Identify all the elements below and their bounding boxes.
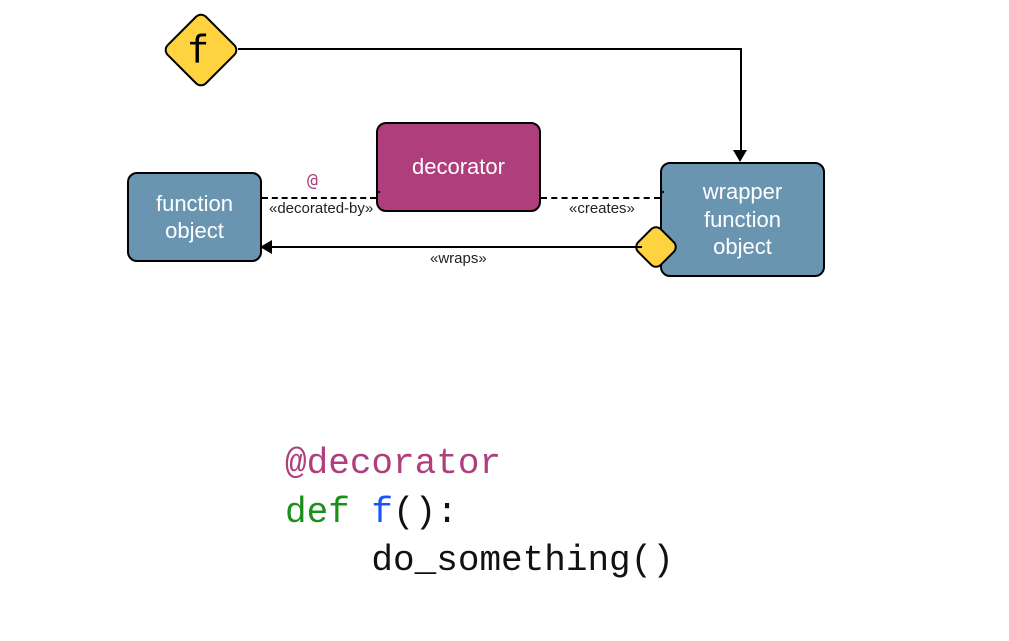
edge-f-to-wrapper-h	[238, 48, 740, 50]
code-line-1: @decorator	[285, 440, 674, 489]
diamond-f-symbol: f	[161, 10, 240, 89]
code-at: @	[285, 443, 307, 484]
code-decorator-name: decorator	[307, 443, 501, 484]
edge-creates-label: «creates»	[569, 200, 635, 217]
edge-creates	[541, 197, 660, 199]
node-wrapper-function-object: wrapper function object	[660, 162, 825, 277]
code-line-2: def f():	[285, 489, 674, 538]
edge-decorated-by	[262, 197, 376, 199]
edge-wraps	[272, 246, 642, 248]
code-def: def	[285, 492, 350, 533]
diagram-stage: { "boxes": { "function_object": "functio…	[0, 0, 1009, 641]
diamond-f-label: f	[186, 28, 209, 72]
code-indent	[285, 540, 371, 581]
edge-wraps-label: «wraps»	[430, 250, 487, 267]
node-decorator-label: decorator	[412, 153, 505, 181]
arrowhead-f-to-wrapper	[733, 150, 747, 162]
node-function-object-label: function object	[156, 190, 233, 245]
node-decorator: decorator	[376, 122, 541, 212]
arrowhead-wraps	[260, 240, 272, 254]
node-function-object: function object	[127, 172, 262, 262]
edge-f-to-wrapper-v	[740, 48, 742, 153]
node-wrapper-function-object-label: wrapper function object	[703, 178, 782, 261]
edge-decorated-by-label: «decorated-by»	[269, 200, 373, 217]
code-paren-colon: ():	[393, 492, 458, 533]
code-fn-name: f	[371, 492, 393, 533]
code-block: @decorator def f(): do_something()	[285, 440, 674, 586]
code-body: do_something()	[371, 540, 673, 581]
edge-decorated-by-at: @	[307, 170, 318, 191]
code-line-3: do_something()	[285, 537, 674, 586]
